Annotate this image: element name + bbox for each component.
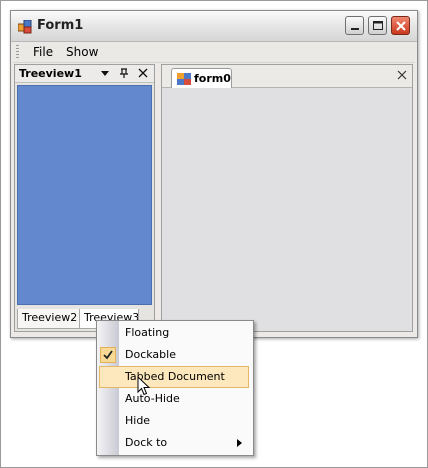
- menu-item-label: Dockable: [125, 348, 176, 361]
- document-area: form0: [161, 64, 413, 332]
- checkmark-icon: [100, 347, 116, 363]
- close-icon: [396, 21, 406, 31]
- dock-panel: Treeview1 Treeview2 Treeview3: [14, 64, 155, 332]
- close-icon[interactable]: [137, 67, 149, 79]
- tab-treeview2[interactable]: Treeview2: [17, 309, 80, 329]
- menu-item-label: Dock to: [125, 436, 168, 449]
- tab-form0[interactable]: form0: [171, 68, 232, 88]
- menu-item-tabbed-document[interactable]: Tabbed Document: [99, 366, 249, 388]
- close-icon[interactable]: [396, 69, 408, 81]
- context-menu: Floating Dockable Tabbed Document Auto-H…: [96, 320, 254, 456]
- menu-item-floating[interactable]: Floating: [97, 322, 253, 344]
- app-icon: [18, 20, 32, 34]
- submenu-arrow-icon: [237, 439, 242, 447]
- menu-item-dockable[interactable]: Dockable: [97, 344, 253, 366]
- menu-file[interactable]: File: [33, 45, 53, 59]
- dropdown-arrow-icon[interactable]: [99, 67, 111, 79]
- form-icon: [177, 73, 191, 85]
- menu-show[interactable]: Show: [66, 45, 98, 59]
- document-tab-strip: form0: [162, 65, 412, 88]
- menu-item-label: Floating: [125, 326, 170, 339]
- mouse-cursor-icon: [137, 376, 151, 396]
- window-title: Form1: [37, 18, 84, 33]
- title-bar[interactable]: Form1: [11, 11, 417, 42]
- menu-bar: File Show: [13, 42, 415, 63]
- maximize-icon: [373, 21, 383, 30]
- tab-label: Treeview2: [22, 311, 78, 324]
- dock-panel-header[interactable]: Treeview1: [15, 65, 154, 83]
- menu-item-label: Hide: [125, 414, 151, 427]
- menu-item-dock-to[interactable]: Dock to: [97, 432, 253, 454]
- minimize-button[interactable]: [345, 16, 364, 35]
- menu-item-auto-hide[interactable]: Auto-Hide: [97, 388, 253, 410]
- menu-grip-icon: [16, 45, 19, 59]
- dock-panel-title: Treeview1: [19, 67, 82, 80]
- document-tab-label: form0: [194, 72, 231, 85]
- pin-icon[interactable]: [118, 67, 130, 79]
- minimize-icon: [351, 28, 359, 30]
- menu-item-hide[interactable]: Hide: [97, 410, 253, 432]
- close-button[interactable]: [391, 16, 410, 35]
- maximize-button[interactable]: [368, 16, 387, 35]
- treeview-area[interactable]: [17, 85, 152, 305]
- menu-item-label: Auto-Hide: [125, 392, 180, 405]
- main-window: Form1 File Show Treeview1 Treeview2 Tree…: [10, 10, 418, 338]
